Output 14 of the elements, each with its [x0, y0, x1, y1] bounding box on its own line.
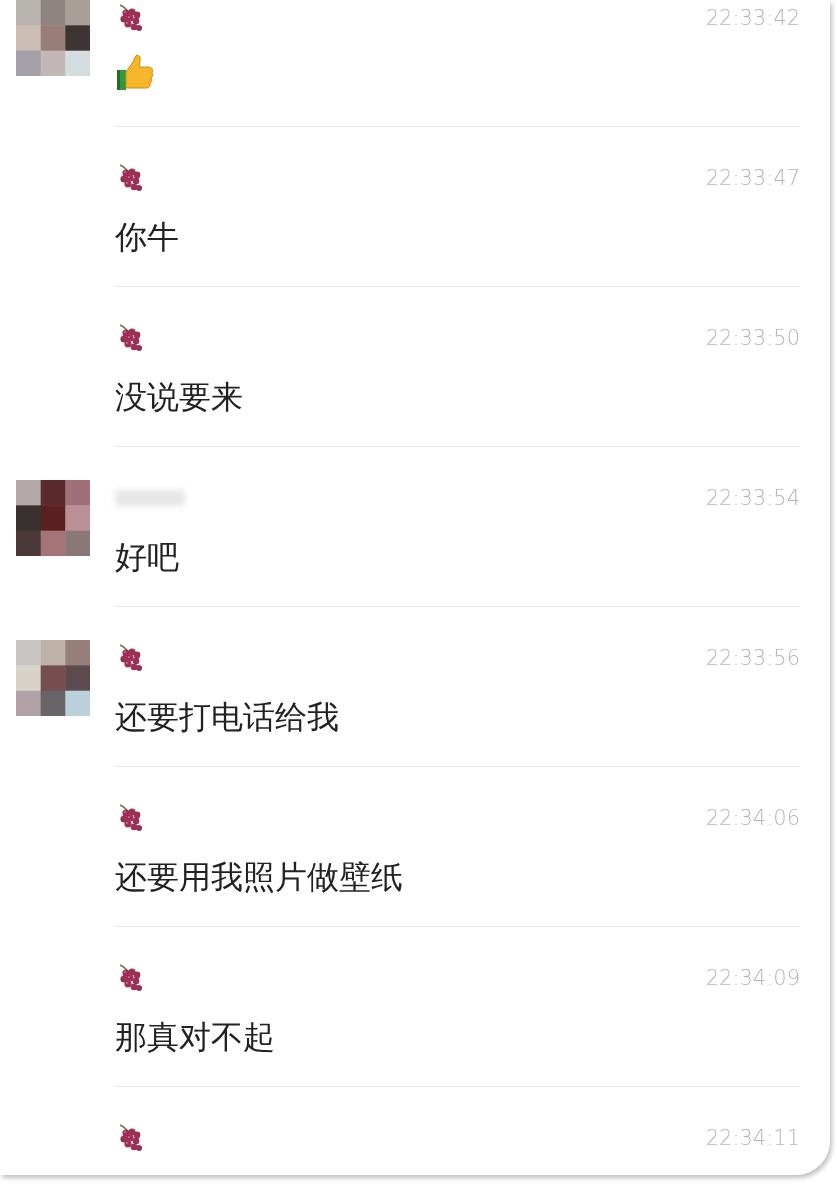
message-text: 没说要来	[115, 377, 244, 418]
message-time: 22:33:54	[705, 486, 800, 510]
message-time: 22:34:11	[705, 1126, 800, 1150]
message-time: 22:33:50	[705, 326, 800, 350]
message-text: 那真对不起	[115, 1017, 276, 1058]
message-text: 还要用我照片做壁纸	[115, 857, 404, 898]
message-time: 22:34:06	[705, 806, 800, 830]
message-text: 好吧	[115, 537, 180, 578]
message-time: 22:33:56	[705, 646, 800, 670]
message-text: 还要打电话给我	[115, 697, 340, 738]
message-time: 22:33:42	[705, 6, 800, 30]
message-time: 22:33:47	[705, 166, 800, 190]
message-time: 22:34:09	[705, 966, 800, 990]
message-text: 你牛	[115, 217, 180, 258]
